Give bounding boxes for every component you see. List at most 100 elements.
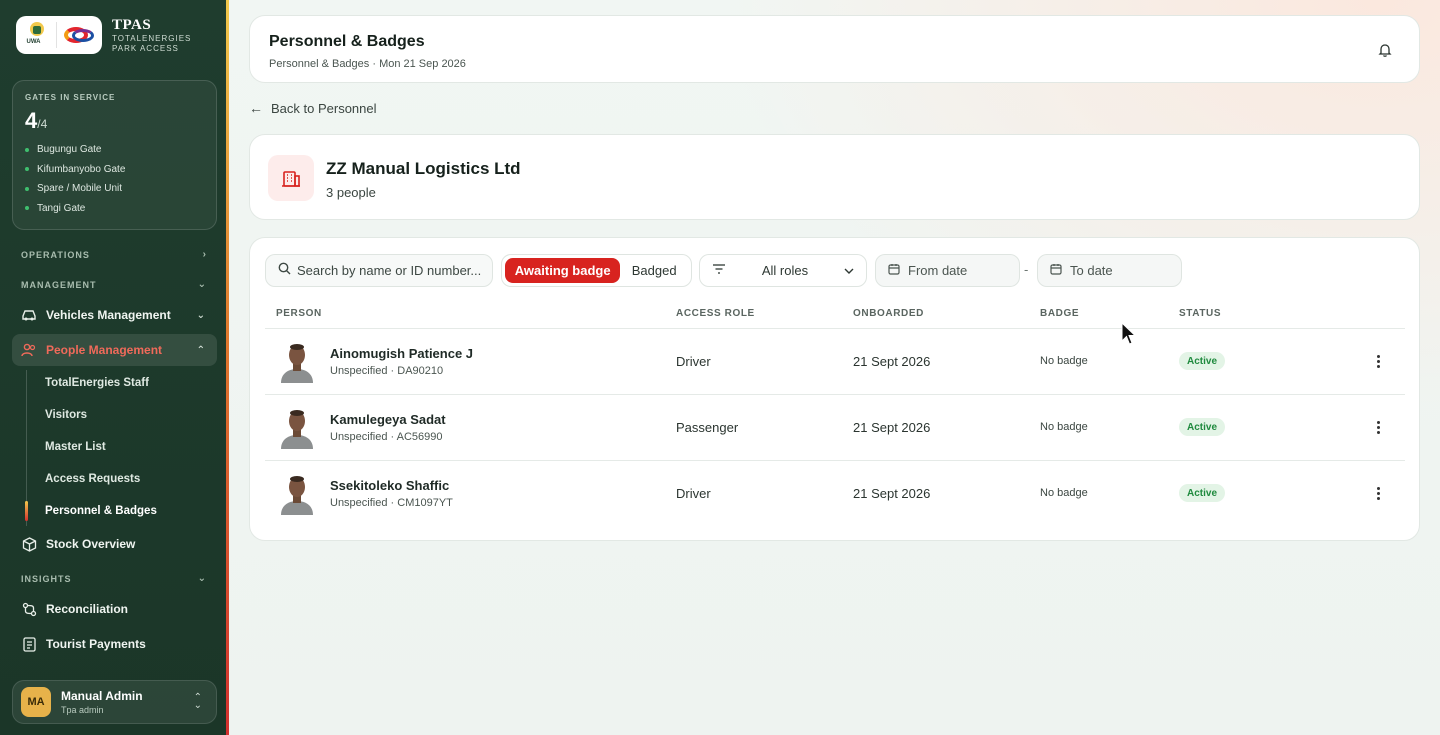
arrow-left-icon: ← — [249, 100, 263, 116]
bell-icon[interactable] — [1377, 42, 1393, 58]
chevron-down-icon: ⌄ — [196, 309, 205, 321]
uwa-logo-icon: UWA — [23, 20, 51, 50]
more-options-icon[interactable] — [1371, 417, 1385, 437]
totalenergies-logo-icon — [62, 23, 96, 47]
subnav-item-master-list[interactable]: Master List — [45, 441, 106, 453]
nav-item-stock-overview[interactable]: Stock Overview — [12, 528, 217, 560]
person-name: Ssekitoleko Shaffic — [330, 478, 450, 493]
avatar: MA — [21, 687, 51, 717]
building-icon — [268, 155, 314, 201]
gate-item: Bugungu Gate — [25, 140, 204, 160]
table-row[interactable]: Ainomugish Patience J Unspecified · DA90… — [265, 328, 1405, 393]
gate-item: Tangi Gate — [25, 199, 204, 219]
table-row[interactable]: Kamulegeya Sadat Unspecified · AC56990 P… — [265, 394, 1405, 459]
badged-tab[interactable]: Badged — [620, 258, 688, 283]
date-range-separator: - — [1024, 262, 1029, 277]
column-header-status[interactable]: STATUS — [1179, 308, 1221, 319]
role-select-value: All roles — [761, 263, 809, 278]
page-title: Personnel & Badges — [269, 33, 425, 50]
more-options-icon[interactable] — [1371, 483, 1385, 503]
status-dot-icon — [25, 206, 29, 211]
more-options-icon[interactable] — [1371, 351, 1385, 371]
table-row[interactable]: Ssekitoleko Shaffic Unspecified · CM1097… — [265, 460, 1405, 525]
nav-item-tourist-payments[interactable]: Tourist Payments — [12, 628, 217, 660]
page-header: Personnel & Badges Personnel & Badges · … — [249, 15, 1420, 83]
search-icon — [278, 262, 291, 280]
nav-item-reconciliation[interactable]: Reconciliation — [12, 593, 217, 625]
status-badge: Active — [1179, 484, 1226, 502]
person-avatar — [277, 407, 317, 449]
gates-count: 4/4 — [25, 108, 48, 133]
nav-item-vehicles-management[interactable]: Vehicles Management ⌄ — [12, 299, 217, 331]
calendar-icon — [888, 263, 900, 278]
subnav-item-totalenergies-staff[interactable]: TotalEnergies Staff — [45, 377, 149, 389]
search-field[interactable] — [265, 254, 493, 287]
company-name: ZZ Manual Logistics Ltd — [326, 159, 521, 178]
receipt-icon — [21, 636, 37, 652]
nav-section-insights[interactable]: INSIGHTS ⌄ — [21, 573, 207, 584]
chevron-down-icon — [844, 263, 854, 278]
users-icon — [21, 342, 37, 358]
person-avatar — [277, 341, 317, 383]
search-input[interactable] — [297, 263, 487, 278]
status-dot-icon — [25, 167, 29, 172]
user-name: Manual Admin — [61, 689, 143, 703]
brand-title: TPAS — [112, 16, 152, 33]
chevron-down-icon: ⌄ — [197, 573, 207, 584]
gate-item: Spare / Mobile Unit — [25, 179, 204, 199]
role-select[interactable]: All roles — [699, 254, 867, 287]
calendar-icon — [1050, 263, 1062, 278]
onboarded-date: 21 Sept 2026 — [853, 486, 931, 501]
package-icon — [21, 536, 37, 552]
chevron-up-icon: ⌃ — [196, 344, 205, 356]
person-id: Unspecified · CM1097YT — [330, 497, 453, 509]
subnav-item-access-requests[interactable]: Access Requests — [45, 473, 140, 485]
people-count: 3 people — [326, 185, 376, 200]
user-account-menu[interactable]: MA Manual Admin Tpa admin ⌃ ⌄ — [12, 680, 217, 724]
company-card: ZZ Manual Logistics Ltd 3 people — [249, 134, 1420, 220]
to-date-picker[interactable]: To date — [1037, 254, 1182, 287]
brand-logos: UWA — [16, 16, 102, 54]
from-date-picker[interactable]: From date — [875, 254, 1020, 287]
personnel-table-card: Awaiting badge Badged All roles From dat… — [249, 237, 1420, 541]
access-role: Passenger — [676, 420, 739, 435]
status-dot-icon — [25, 186, 29, 191]
column-header-person[interactable]: PERSON — [276, 308, 322, 319]
brand[interactable]: UWA TPAS TOTALENERGIES PARK ACCESS — [16, 16, 191, 54]
status-dot-icon — [25, 147, 29, 152]
car-icon — [21, 307, 37, 323]
column-header-onboarded[interactable]: ONBOARDED — [853, 308, 924, 319]
subnav-item-visitors[interactable]: Visitors — [45, 409, 87, 421]
onboarded-date: 21 Sept 2026 — [853, 420, 931, 435]
brand-subtitle-2: PARK ACCESS — [112, 43, 179, 53]
column-header-badge[interactable]: BADGE — [1040, 308, 1079, 319]
awaiting-badge-tab[interactable]: Awaiting badge — [505, 258, 621, 283]
status-badge: Active — [1179, 418, 1226, 436]
onboarded-date: 21 Sept 2026 — [853, 354, 931, 369]
person-id: Unspecified · DA90210 — [330, 365, 444, 377]
subnav-active-indicator — [25, 501, 28, 521]
badge-value: No badge — [1040, 355, 1088, 367]
brand-subtitle: TOTALENERGIES — [112, 33, 192, 43]
gates-label: GATES IN SERVICE — [25, 93, 116, 102]
nav-item-people-management[interactable]: People Management ⌃ — [12, 334, 217, 366]
person-name: Kamulegeya Sadat — [330, 412, 446, 427]
nav-section-operations[interactable]: OPERATIONS › — [21, 249, 207, 260]
access-role: Driver — [676, 354, 711, 369]
user-role: Tpa admin — [61, 705, 104, 715]
filter-icon — [712, 263, 726, 278]
sidebar: UWA TPAS TOTALENERGIES PARK ACCESS GATES… — [0, 0, 228, 735]
column-header-access-role[interactable]: ACCESS ROLE — [676, 308, 755, 319]
back-to-personnel-link[interactable]: ← Back to Personnel — [249, 100, 377, 116]
person-id: Unspecified · AC56990 — [330, 431, 443, 443]
breadcrumb: Personnel & Badges · Mon 21 Sep 2026 — [269, 58, 466, 70]
person-name: Ainomugish Patience J — [330, 346, 474, 361]
badge-filter-toggle: Awaiting badge Badged — [501, 254, 692, 287]
reconcile-icon — [21, 601, 37, 617]
subnav-item-personnel-badges[interactable]: Personnel & Badges — [45, 505, 157, 517]
nav-section-management[interactable]: MANAGEMENT ⌄ — [21, 279, 207, 290]
mouse-cursor-icon — [1121, 321, 1137, 346]
status-badge: Active — [1179, 352, 1226, 370]
access-role: Driver — [676, 486, 711, 501]
person-avatar — [277, 473, 317, 515]
